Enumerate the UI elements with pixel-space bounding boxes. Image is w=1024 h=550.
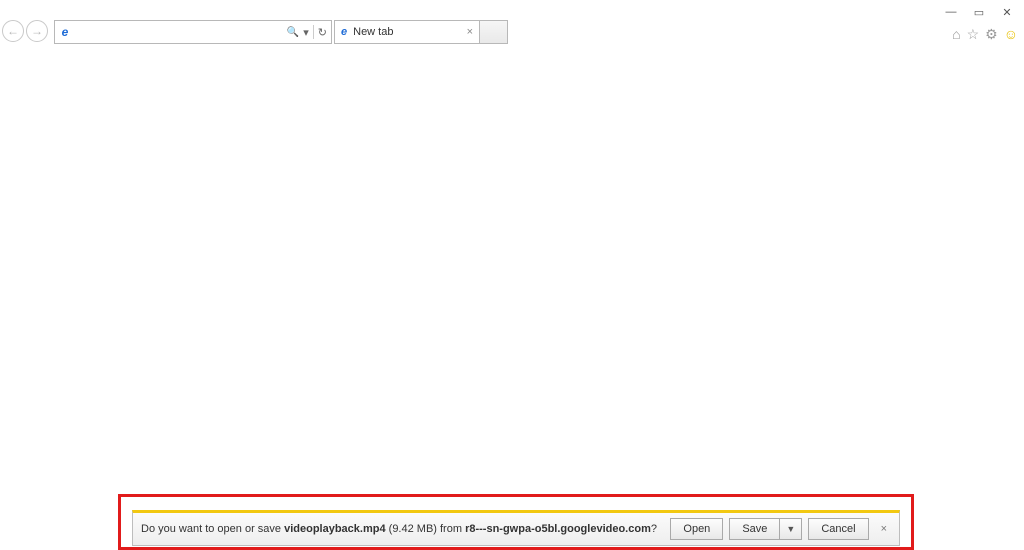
search-providers-dropdown[interactable]: ▾ <box>303 26 309 39</box>
cancel-button-label: Cancel <box>821 523 855 535</box>
download-notification-bar: Do you want to open or save videoplaybac… <box>132 510 900 546</box>
cancel-button[interactable]: Cancel <box>808 518 868 540</box>
save-split-button[interactable]: Save ▼ <box>729 518 802 540</box>
maximize-button[interactable]: ▭ <box>972 6 986 19</box>
divider <box>313 25 314 39</box>
download-close-button[interactable]: × <box>877 523 891 535</box>
smiley-icon[interactable]: ☺ <box>1004 26 1018 43</box>
ie-favicon-icon: e <box>55 25 75 39</box>
back-button[interactable]: ← <box>2 20 24 42</box>
tab-new-tab[interactable]: e New tab × <box>334 20 480 44</box>
download-host: r8---sn-gwpa-o5bl.googlevideo.com <box>465 523 651 535</box>
open-button[interactable]: Open <box>670 518 723 540</box>
tab-strip: e New tab × <box>334 20 508 44</box>
url-input[interactable] <box>75 26 287 38</box>
tab-title: New tab <box>353 26 460 38</box>
forward-button[interactable]: → <box>26 20 48 42</box>
address-bar[interactable]: e 🔍 ▾ ↻ <box>54 20 332 44</box>
toolbar: ← → e 🔍 ▾ ↻ e New tab × <box>2 20 1022 46</box>
favorites-icon[interactable]: ☆ <box>967 26 980 43</box>
save-dropdown-caret[interactable]: ▼ <box>780 524 801 534</box>
search-icon[interactable]: 🔍 <box>287 27 299 38</box>
download-suffix: ? <box>651 523 657 535</box>
download-from-text: from <box>440 523 465 535</box>
save-button-label: Save <box>730 519 780 539</box>
minimize-button[interactable]: — <box>944 6 958 19</box>
address-bar-tools: 🔍 ▾ ↻ <box>287 25 331 39</box>
download-prefix: Do you want to open or save <box>141 523 284 535</box>
refresh-button[interactable]: ↻ <box>318 26 327 39</box>
tab-close-button[interactable]: × <box>467 26 473 38</box>
new-tab-button[interactable] <box>480 20 508 44</box>
command-bar: ⌂ ☆ ⚙ ☺ <box>952 26 1018 43</box>
page-content <box>0 48 1024 550</box>
back-icon: ← <box>7 24 19 38</box>
ie-tab-icon: e <box>341 26 347 38</box>
open-button-label: Open <box>683 523 710 535</box>
home-icon[interactable]: ⌂ <box>952 26 960 43</box>
forward-icon: → <box>31 24 43 38</box>
download-filename: videoplayback.mp4 <box>284 523 386 535</box>
close-window-button[interactable]: ✕ <box>1000 6 1014 19</box>
window-controls: — ▭ ✕ <box>934 0 1024 21</box>
tools-icon[interactable]: ⚙ <box>985 26 998 43</box>
download-size: (9.42 MB) <box>386 523 440 535</box>
download-message: Do you want to open or save videoplaybac… <box>141 523 664 535</box>
